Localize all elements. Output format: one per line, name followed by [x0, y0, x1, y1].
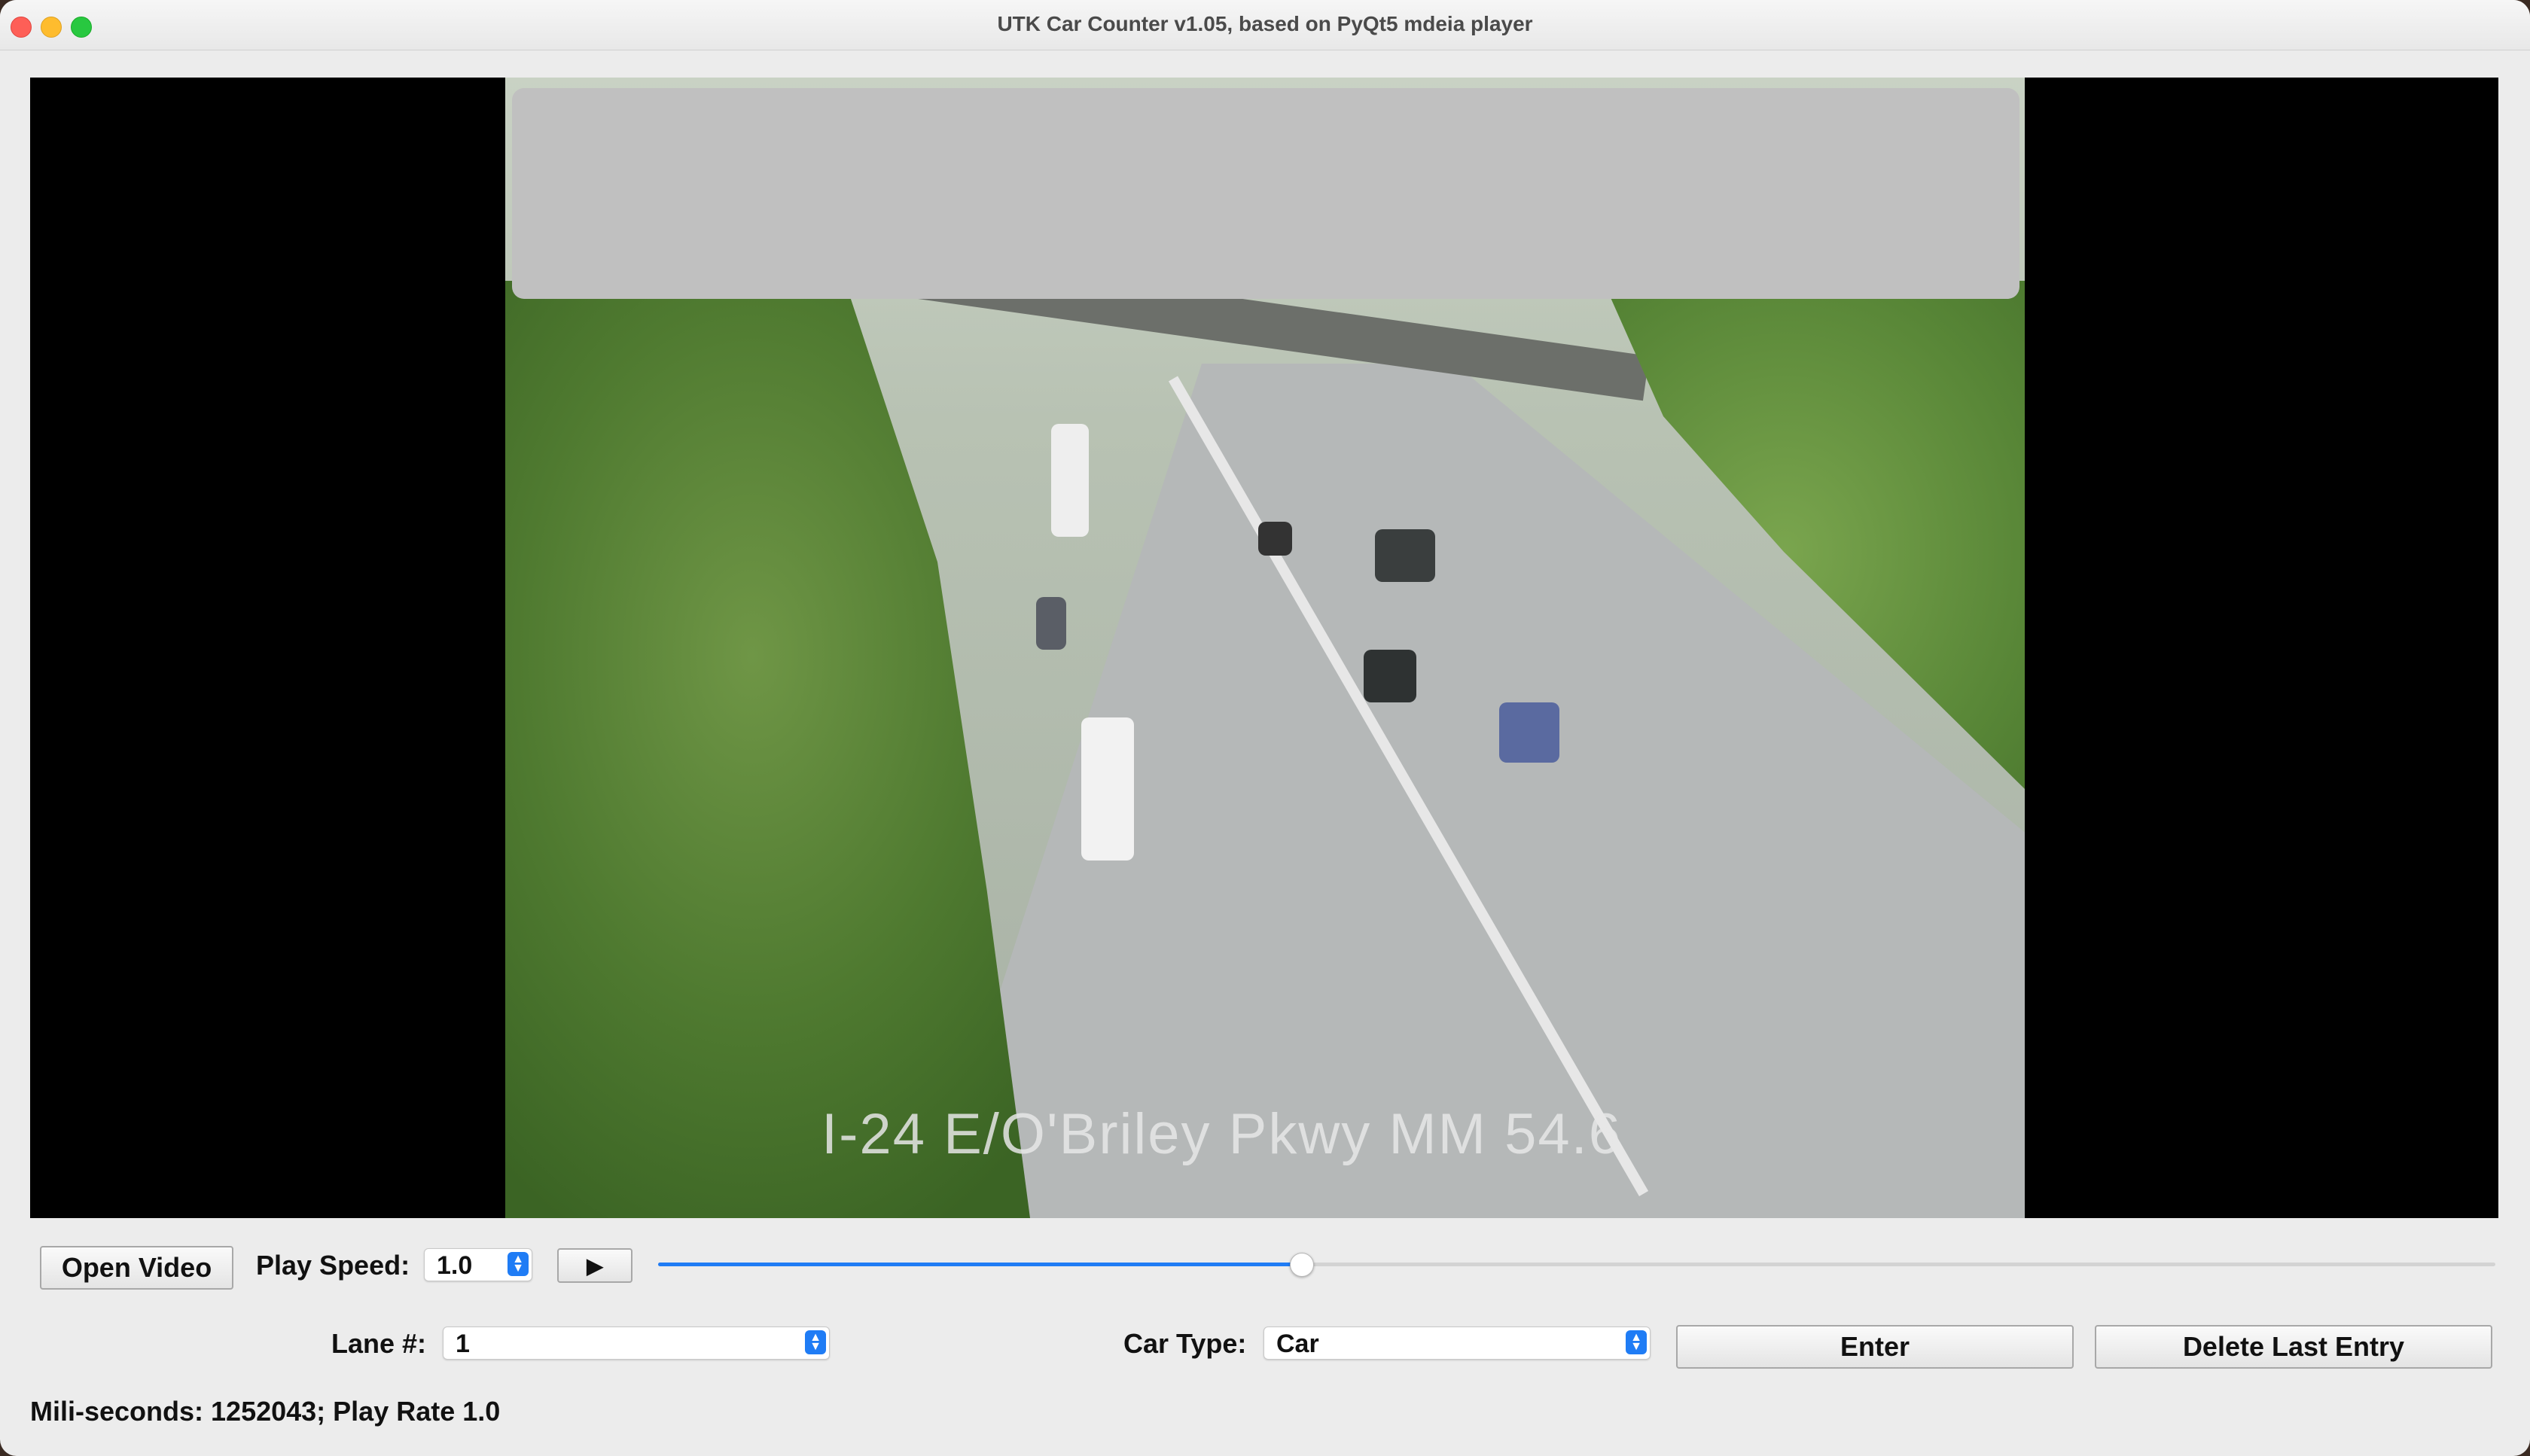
car-type-select[interactable]: Car ▲ ▼: [1263, 1327, 1651, 1360]
vehicle: [1375, 529, 1435, 582]
play-button[interactable]: ▶: [557, 1248, 632, 1283]
vehicle: [1051, 424, 1089, 537]
camera-caption: I-24 E/O'Briley Pkwy MM 54.6: [821, 1102, 1622, 1166]
play-speed-label: Play Speed:: [256, 1250, 410, 1281]
slider-thumb[interactable]: [1290, 1253, 1314, 1277]
vehicle: [1081, 717, 1134, 861]
lane-select[interactable]: 1 ▲ ▼: [443, 1327, 830, 1360]
slider-fill: [658, 1263, 1301, 1266]
stepper-icon: ▲ ▼: [1626, 1330, 1647, 1354]
play-speed-select[interactable]: 1.0 ▲ ▼: [424, 1248, 532, 1281]
car-type-label: Car Type:: [1123, 1328, 1247, 1359]
window-title: UTK Car Counter v1.05, based on PyQt5 md…: [997, 12, 1533, 35]
app-window: UTK Car Counter v1.05, based on PyQt5 md…: [0, 0, 2530, 1456]
title-bar: UTK Car Counter v1.05, based on PyQt5 md…: [0, 0, 2530, 50]
gray-overlay-box: [512, 88, 2019, 299]
vehicle: [1258, 522, 1292, 556]
play-icon: ▶: [587, 1253, 603, 1278]
car-type-value: Car: [1276, 1330, 1319, 1358]
stepper-icon: ▲ ▼: [508, 1252, 529, 1276]
lane-value: 1: [456, 1330, 470, 1358]
delete-last-entry-button[interactable]: Delete Last Entry: [2095, 1325, 2492, 1369]
vehicle: [1499, 702, 1559, 763]
position-slider[interactable]: [658, 1253, 2495, 1277]
play-speed-value: 1.0: [437, 1251, 473, 1280]
enter-button[interactable]: Enter: [1676, 1325, 2074, 1369]
lane-label: Lane #:: [331, 1328, 427, 1359]
video-frame: I-24 E/O'Briley Pkwy MM 54.6: [505, 78, 2025, 1218]
status-text: Mili-seconds: 1252043; Play Rate 1.0: [30, 1396, 501, 1427]
video-player[interactable]: I-24 E/O'Briley Pkwy MM 54.6: [30, 78, 2498, 1218]
stepper-icon: ▲ ▼: [805, 1330, 826, 1354]
open-video-button[interactable]: Open Video: [40, 1246, 233, 1290]
vehicle: [1364, 650, 1416, 702]
vehicle: [1036, 597, 1066, 650]
